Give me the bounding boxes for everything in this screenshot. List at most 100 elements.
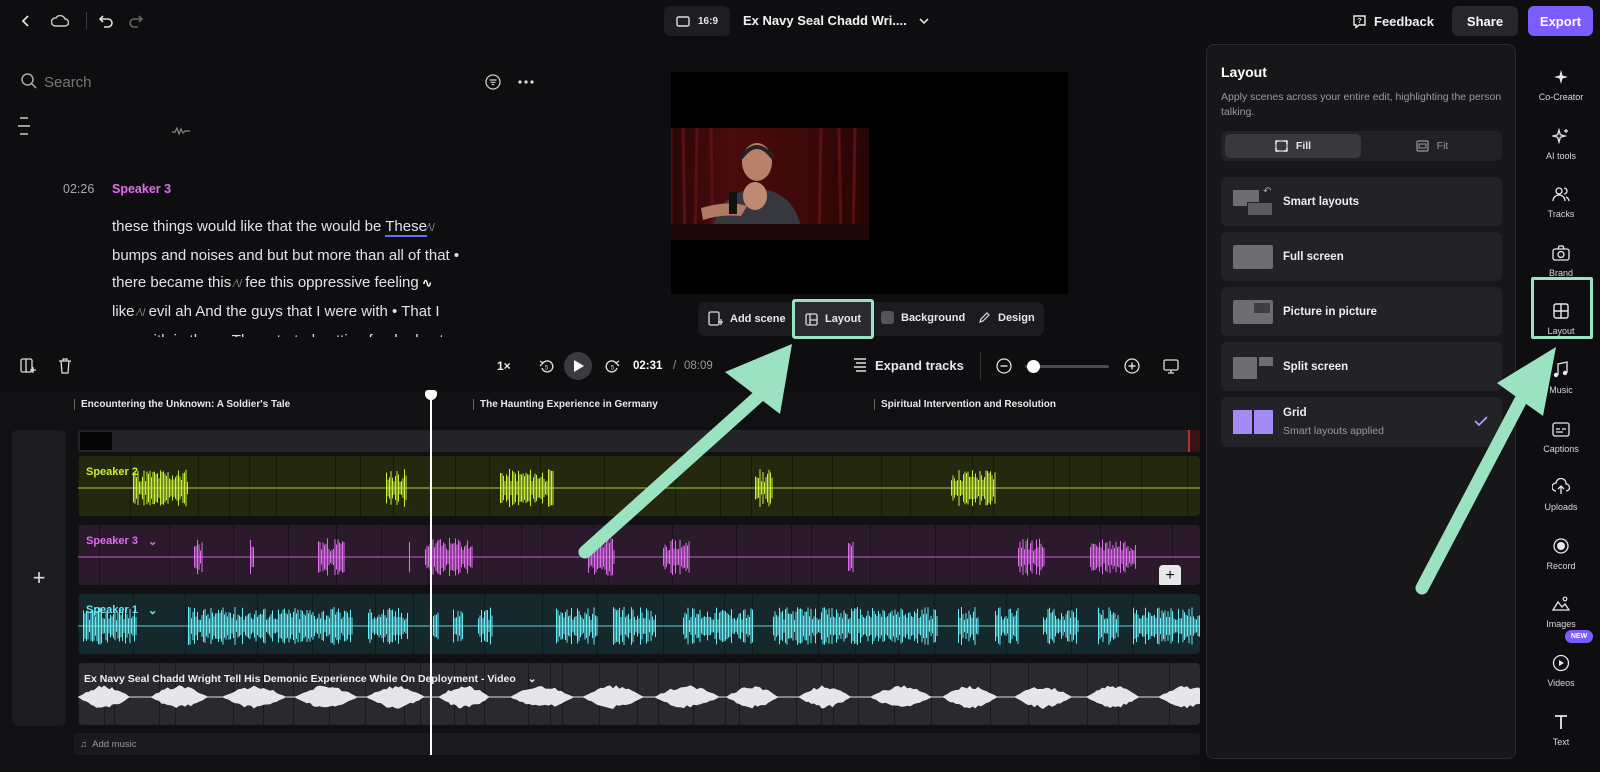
track-label: Speaker 2 [86, 466, 138, 478]
chevron-down-icon[interactable]: ⌄ [148, 535, 157, 548]
zoom-out-icon[interactable] [990, 352, 1018, 380]
pause-waveform-icon: ⁄\/ [134, 307, 149, 319]
grid-option[interactable]: Grid Smart layouts applied [1221, 397, 1502, 447]
split-screen-thumbnail [1233, 355, 1273, 379]
fit-option[interactable]: Fit [1364, 134, 1500, 158]
chapter-label[interactable]: The Haunting Experience in Germany [473, 399, 658, 410]
feedback-label: Feedback [1374, 13, 1434, 29]
video-track[interactable]: Ex Navy Seal Chadd Wright Tell His Demon… [78, 663, 1200, 725]
undo-icon[interactable] [92, 7, 120, 35]
smart-layouts-option[interactable]: ↶ Smart layouts [1221, 177, 1502, 226]
speaker-2-track[interactable]: Speaker 2 [78, 456, 1200, 516]
play-button[interactable] [564, 352, 592, 380]
rail-item-tracks[interactable]: Tracks [1530, 173, 1592, 231]
speaker-label[interactable]: Speaker 3 [112, 182, 171, 196]
rail-item-uploads[interactable]: Uploads [1530, 466, 1592, 524]
transcript-current-word[interactable]: These [385, 218, 427, 237]
track-label: Ex Navy Seal Chadd Wright Tell His Demon… [84, 673, 537, 685]
add-scene-icon [708, 311, 723, 326]
rail-item-record[interactable]: Record [1530, 525, 1592, 583]
split-screen-option[interactable]: Split screen [1221, 342, 1502, 391]
split-icon[interactable] [14, 352, 42, 380]
more-options-icon[interactable] [512, 68, 540, 96]
add-music-button[interactable]: ♫ Add music [74, 733, 1200, 755]
monitor-icon[interactable] [1157, 352, 1185, 380]
chevron-down-icon[interactable]: ⌄ [148, 604, 157, 617]
rail-item-label: Text [1552, 736, 1570, 747]
expand-tracks-button[interactable]: Expand tracks [852, 357, 964, 373]
rail-item-music[interactable]: Music [1530, 349, 1592, 407]
scene-thumbnail [80, 432, 112, 450]
back-icon[interactable] [12, 7, 40, 35]
images-icon [1552, 596, 1570, 612]
rail-item-videos[interactable]: Videos [1530, 642, 1592, 700]
background-button[interactable]: Background [881, 311, 965, 324]
picture-in-picture-option[interactable]: Picture in picture [1221, 287, 1502, 336]
fill-option[interactable]: Fill [1225, 134, 1361, 158]
zoom-slider[interactable] [1025, 360, 1109, 373]
svg-text:?: ? [1357, 18, 1361, 25]
waveform-icon: ∿ [418, 276, 433, 290]
chapter-label[interactable]: Spiritual Intervention and Resolution [874, 399, 1056, 410]
rail-item-label: Music [1549, 385, 1573, 395]
play-icon [573, 360, 584, 372]
divider [980, 352, 981, 380]
add-track-button[interactable]: + [12, 430, 66, 726]
full-screen-option[interactable]: Full screen [1221, 232, 1502, 281]
current-time: 02:31 [633, 360, 663, 372]
track-label: Speaker 3 ⌄ [86, 535, 158, 548]
speaker-3-track[interactable]: Speaker 3 ⌄ + [78, 525, 1200, 585]
expand-tracks-icon [854, 358, 866, 372]
fill-icon [1275, 140, 1288, 152]
scene-strip[interactable] [78, 430, 1200, 452]
add-scene-button[interactable]: Add scene [708, 311, 786, 326]
panel-description: Apply scenes across your entire edit, hi… [1221, 91, 1502, 118]
cloud-sync-icon[interactable] [46, 7, 74, 35]
fit-icon [1416, 140, 1429, 152]
redo-icon[interactable] [122, 7, 150, 35]
add-clip-button[interactable]: + [1159, 565, 1181, 585]
video-preview[interactable] [671, 72, 1068, 294]
svg-text:5: 5 [544, 365, 548, 371]
pause-waveform-icon: ⁄\/ [426, 222, 435, 234]
speaker-1-track[interactable]: Speaker 1 ⌄ [78, 594, 1200, 654]
transcript-line: was with in there. They started getting … [112, 327, 492, 337]
transcript-text[interactable]: these things would like that the would b… [112, 213, 492, 337]
rewind-icon[interactable]: 5 [532, 352, 560, 380]
project-title[interactable]: Ex Navy Seal Chadd Wri.... [743, 13, 907, 28]
rail-item-text[interactable]: Text [1530, 701, 1592, 759]
filter-icon[interactable] [479, 68, 507, 96]
search-input[interactable] [44, 70, 424, 94]
grid-text: Grid Smart layouts applied [1283, 407, 1384, 437]
share-button[interactable]: Share [1452, 6, 1518, 36]
rail-item-captions[interactable]: Captions [1530, 408, 1592, 466]
layout-rail-highlight [1531, 277, 1593, 339]
export-button[interactable]: Export [1528, 6, 1593, 36]
chevron-down-icon[interactable] [910, 7, 938, 35]
speaker-1-waveform [78, 594, 1200, 654]
playback-speed[interactable]: 1× [497, 359, 511, 373]
speaker-2-waveform [78, 456, 1200, 516]
top-bar: 16:9 Ex Navy Seal Chadd Wri.... ? Feedba… [0, 0, 1600, 42]
zoom-in-icon[interactable] [1118, 352, 1146, 380]
video-frame [671, 128, 869, 240]
panel-title: Layout [1221, 64, 1267, 80]
layout-button[interactable]: Layout [792, 299, 874, 339]
delete-icon[interactable] [51, 352, 79, 380]
rail-item-co-creator[interactable]: Co-Creator [1530, 56, 1592, 114]
design-button[interactable]: Design [978, 311, 1035, 324]
speaker-figure [671, 128, 869, 240]
new-badge: NEW [1565, 630, 1593, 643]
search-icon [20, 72, 40, 92]
grid-thumbnail [1233, 410, 1273, 434]
forward-icon[interactable]: 5 [598, 352, 626, 380]
transcript-menu-icon[interactable] [18, 116, 30, 136]
zoom-slider-handle[interactable] [1027, 360, 1041, 373]
feedback-button[interactable]: ? Feedback [1348, 6, 1438, 36]
aspect-ratio-button[interactable]: 16:9 [664, 6, 730, 36]
co-creator-icon [1554, 70, 1568, 84]
rail-item-ai-tools[interactable]: AI tools [1530, 115, 1592, 173]
playhead[interactable] [430, 395, 432, 755]
chapter-label[interactable]: Encountering the Unknown: A Soldier's Ta… [74, 399, 290, 410]
chevron-down-icon[interactable]: ⌄ [528, 673, 537, 685]
